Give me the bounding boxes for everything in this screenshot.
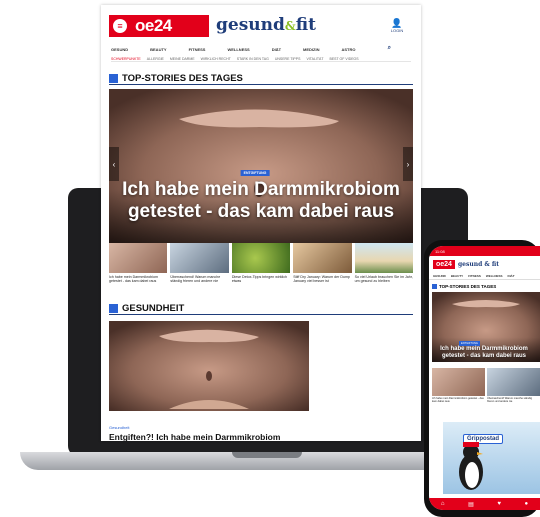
phone-nav: GESUND BEAUTY FITNESS WELLNESS DIÄT — [429, 274, 540, 280]
phone-thumbnail-image — [487, 368, 540, 396]
section-marker — [432, 284, 437, 289]
section-title: GESUNDHEIT — [122, 303, 185, 314]
section-marker — [109, 74, 118, 83]
subnav-item[interactable]: ALLERGIE — [147, 57, 164, 61]
article-image[interactable] — [109, 321, 309, 411]
brand-tail: fit — [295, 15, 316, 35]
phone-thumbnail-image — [432, 368, 485, 396]
thumbnail-caption: Stiff Dry January: Warum der Dump Januar… — [293, 275, 350, 284]
phone-thumbnail-caption: Ich habe mein Darmmikrobiom getestet - d… — [432, 397, 484, 403]
status-time: 11:08 — [435, 249, 445, 254]
article-title[interactable]: Entgiften?! Ich habe mein Darmmikrobiom — [109, 432, 280, 441]
carousel-next-button[interactable]: › — [403, 147, 413, 181]
nav-item[interactable]: ASTRO — [342, 47, 356, 52]
penguin-icon — [459, 442, 483, 490]
nav-item[interactable]: GESUND — [111, 47, 128, 52]
phone-logo[interactable]: oe24 — [433, 259, 455, 269]
phone-ad-banner[interactable]: Grippostad — [443, 422, 540, 494]
user-icon: 👤 — [391, 18, 403, 28]
main-nav: GESUND BEAUTY FITNESS WELLNESS DIÄT MEDI… — [101, 45, 421, 53]
subnav-item[interactable]: MEINE DARME — [170, 57, 195, 61]
thumbnail-image — [293, 243, 352, 273]
brand-logo[interactable]: gesund&fit — [216, 15, 316, 35]
thumbnail-caption: Diese Detox-Tipps bringen wirklich etwas — [231, 275, 288, 284]
login-label: LOGIN — [390, 28, 404, 33]
phone-screen: 11:08 oe24 gesund & fit GESUND BEAUTY FI… — [429, 246, 540, 510]
phone-nav-item[interactable]: BEAUTY — [451, 274, 463, 279]
phone-brand[interactable]: gesund & fit — [458, 261, 499, 268]
thumbnail-caption: Ich habe mein Darmmikrobiom getestet - d… — [109, 275, 158, 284]
nav-item[interactable]: DIÄT — [272, 47, 281, 52]
thumbnail-item[interactable]: Überraschend! Warum manche ständig frier… — [170, 243, 229, 289]
hero-badge: ENTGIFTUNG — [240, 170, 270, 176]
section-marker — [109, 304, 118, 313]
hero-title[interactable]: Ich habe mein Darmmikrobiom getestet - d… — [111, 179, 411, 223]
site-header: ≡ oe24 gesund&fit 👤 LOGIN — [101, 5, 421, 43]
phone-status-bar: 11:08 — [429, 246, 540, 256]
thumbnail-image — [170, 243, 229, 273]
thumbnail-caption: So viel Urlaub brauchen Sie im Jahr, um … — [354, 275, 413, 284]
search-icon[interactable]: ⌕ — [388, 45, 391, 52]
menu-icon[interactable]: ≡ — [113, 19, 127, 33]
subnav-item[interactable]: VITALITÄT — [306, 57, 323, 61]
subnav-item[interactable]: BEST OF VIDEOS — [330, 57, 359, 61]
thumbnail-item[interactable]: Diese Detox-Tipps bringen wirklich etwas — [231, 243, 291, 289]
thumbnail-image — [354, 243, 414, 273]
brand-amp: & — [284, 19, 296, 33]
oe24-logo[interactable]: ≡ oe24 — [109, 15, 209, 37]
bookmark-icon[interactable]: ♥ — [497, 501, 501, 507]
phone-section: TOP-STORIES DES TAGES — [432, 284, 496, 289]
logo-text: oe24 — [135, 16, 172, 35]
nav-item[interactable]: WELLNESS — [227, 47, 249, 52]
thumbnail-image — [109, 243, 168, 273]
section-title: TOP-STORIES DES TAGES — [122, 73, 243, 84]
phone-section-title: TOP-STORIES DES TAGES — [439, 284, 497, 289]
sub-nav: SCHWERPUNKTE ALLERGIE MEINE DARME WIRKLI… — [111, 56, 411, 62]
thumbnail-item[interactable]: So viel Urlaub brauchen Sie im Jahr, um … — [354, 243, 414, 289]
carousel-prev-button[interactable]: ‹ — [109, 147, 119, 181]
thumbnail-row: Ich habe mein Darmmikrobiom getestet - d… — [109, 243, 414, 289]
thumbnail-image — [231, 243, 291, 273]
section-gesundheit: GESUNDHEIT — [109, 303, 413, 315]
phone-thumbnail[interactable]: Überraschend! Warum manche ständig frier… — [487, 368, 540, 408]
thumbnail-item[interactable]: Ich habe mein Darmmikrobiom getestet - d… — [109, 243, 168, 289]
laptop-notch — [232, 452, 302, 458]
subnav-item[interactable]: WIRKLICH RECHT — [201, 57, 231, 61]
phone-header: oe24 gesund & fit — [429, 256, 540, 272]
phone-hero-title[interactable]: Ich habe mein Darmmikrobiom getestet - d… — [432, 346, 536, 360]
brand-main: gesund — [216, 15, 285, 35]
article-photo — [109, 321, 309, 411]
section-top-stories: TOP-STORIES DES TAGES — [109, 73, 413, 85]
phone-thumbnail-row: Ich habe mein Darmmikrobiom getestet - d… — [432, 368, 540, 408]
phone-nav-item[interactable]: FITNESS — [468, 274, 481, 279]
phone-thumbnail-caption: Überraschend! Warum manche ständig frier… — [487, 397, 533, 403]
phone-nav-item[interactable]: WELLNESS — [486, 274, 503, 279]
subnav-item[interactable]: STARK IN DEN TAG — [237, 57, 269, 61]
phone-nav-item[interactable]: DIÄT — [508, 274, 515, 279]
nav-item[interactable]: FITNESS — [189, 47, 206, 52]
subnav-item[interactable]: UNSERE TIPPS — [275, 57, 301, 61]
thumbnail-item[interactable]: Stiff Dry January: Warum der Dump Januar… — [293, 243, 352, 289]
nav-item[interactable]: MEDIZIN — [303, 47, 319, 52]
subnav-item[interactable]: SCHWERPUNKTE — [111, 57, 141, 61]
thumbnail-caption: Überraschend! Warum manche ständig frier… — [170, 275, 221, 284]
desktop-website: ≡ oe24 gesund&fit 👤 LOGIN GESUND BEAUTY … — [101, 5, 421, 441]
phone-thumbnail[interactable]: Ich habe mein Darmmikrobiom getestet - d… — [432, 368, 485, 408]
news-icon[interactable]: ▤ — [468, 501, 474, 508]
phone-tab-bar: ⌂ ▤ ♥ ● — [429, 498, 540, 510]
article-category[interactable]: Gesundheit — [109, 425, 129, 430]
nav-item[interactable]: BEAUTY — [150, 47, 166, 52]
user-icon[interactable]: ● — [525, 501, 529, 507]
home-icon[interactable]: ⌂ — [441, 501, 445, 507]
login-button[interactable]: 👤 LOGIN — [389, 18, 405, 34]
phone-nav-item[interactable]: GESUND — [433, 274, 446, 279]
